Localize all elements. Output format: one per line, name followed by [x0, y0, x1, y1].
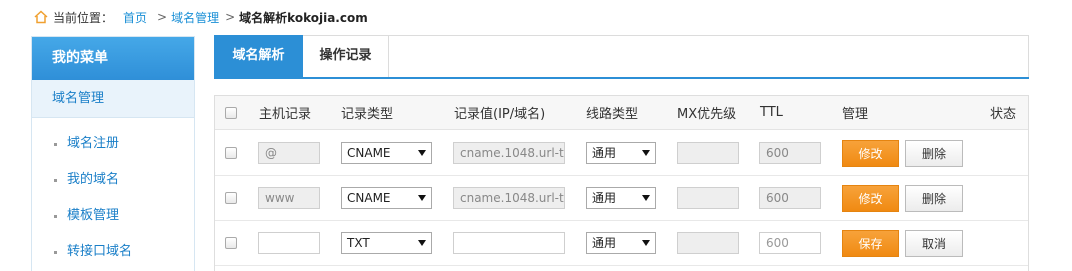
table-row: TXT 通用 600 保存 取消: [215, 221, 1028, 266]
breadcrumb-label: 当前位置：: [53, 10, 114, 25]
bullet-icon: [54, 250, 57, 254]
table-header: 主机记录 记录类型 记录值(IP/域名) 线路类型 MX优先级 TTL 管理 状…: [215, 96, 1028, 130]
bullet-icon: [54, 178, 57, 182]
line-type-value: 通用: [592, 146, 617, 160]
record-type-value: CNAME: [347, 146, 391, 160]
header-status: 状态: [990, 107, 1017, 122]
host-field[interactable]: [258, 232, 320, 254]
mx-priority-field[interactable]: [677, 187, 739, 209]
delete-button[interactable]: 删除: [905, 184, 963, 212]
breadcrumb-current: 域名解析kokojia.com: [239, 10, 368, 25]
header-ttl: TTL: [760, 105, 783, 120]
ttl-field[interactable]: 600: [759, 232, 821, 254]
row-checkbox[interactable]: [225, 192, 237, 204]
sidebar-item-templates[interactable]: 模板管理: [32, 198, 194, 234]
header-host: 主机记录: [259, 107, 312, 122]
record-type-select[interactable]: CNAME: [341, 187, 432, 209]
sidebar: 我的菜单 域名管理 域名注册 我的域名 模板管理 转接口域名: [31, 36, 195, 271]
sidebar-item-label: 转接口域名: [67, 244, 133, 259]
host-field[interactable]: www: [258, 187, 320, 209]
line-type-value: 通用: [592, 191, 617, 205]
table-row: @ CNAME cname.1048.url-te 通用 600 修改 删除: [215, 131, 1028, 176]
breadcrumb: 当前位置： 首页 > 域名管理 > 域名解析kokojia.com: [34, 8, 368, 26]
line-type-select[interactable]: 通用: [586, 187, 656, 209]
table-row: www CNAME cname.1048.url-te 通用 600 修改 删除: [215, 176, 1028, 221]
ttl-field[interactable]: 600: [759, 142, 821, 164]
bullet-icon: [54, 142, 57, 146]
header-mx: MX优先级: [677, 107, 737, 122]
line-type-select[interactable]: 通用: [586, 232, 656, 254]
ttl-field[interactable]: 600: [759, 187, 821, 209]
header-line: 线路类型: [586, 107, 639, 122]
dropdown-arrow-icon: [642, 150, 650, 156]
sidebar-item-my-domains[interactable]: 我的域名: [32, 162, 194, 198]
dropdown-arrow-icon: [642, 195, 650, 201]
mx-priority-field[interactable]: [677, 142, 739, 164]
record-value-field[interactable]: cname.1048.url-te: [453, 187, 565, 209]
record-type-select[interactable]: CNAME: [341, 142, 432, 164]
row-checkbox[interactable]: [225, 237, 237, 249]
dns-records-table: 主机记录 记录类型 记录值(IP/域名) 线路类型 MX优先级 TTL 管理 状…: [214, 95, 1029, 271]
breadcrumb-home-link[interactable]: 首页: [123, 9, 147, 26]
sidebar-item-label: 模板管理: [67, 208, 120, 223]
header-type: 记录类型: [341, 107, 394, 122]
tab-operation-log[interactable]: 操作记录: [303, 35, 389, 77]
host-field[interactable]: @: [258, 142, 320, 164]
line-type-value: 通用: [592, 236, 617, 250]
dropdown-arrow-icon: [418, 240, 426, 246]
sidebar-item-label: 域名注册: [67, 136, 120, 151]
breadcrumb-domain-link[interactable]: 域名管理: [171, 9, 219, 26]
home-icon: [34, 10, 48, 24]
dropdown-arrow-icon: [418, 150, 426, 156]
record-type-value: CNAME: [347, 191, 391, 205]
sidebar-category[interactable]: 域名管理: [32, 80, 194, 118]
sidebar-item-transfer[interactable]: 转接口域名: [32, 234, 194, 270]
sidebar-list: 域名注册 我的域名 模板管理 转接口域名: [32, 118, 194, 270]
sidebar-item-label: 我的域名: [67, 172, 120, 187]
sidebar-item-register[interactable]: 域名注册: [32, 126, 194, 162]
dropdown-arrow-icon: [642, 240, 650, 246]
breadcrumb-separator: >: [157, 10, 168, 24]
delete-button[interactable]: 删除: [905, 139, 963, 167]
select-all-checkbox[interactable]: [225, 106, 237, 119]
sidebar-title: 我的菜单: [32, 37, 194, 80]
bullet-icon: [54, 214, 57, 218]
tab-bar: 域名解析 操作记录: [214, 35, 1029, 79]
cancel-button[interactable]: 取消: [905, 229, 963, 257]
record-value-field[interactable]: [453, 232, 565, 254]
breadcrumb-separator: >: [225, 10, 236, 24]
header-value: 记录值(IP/域名): [454, 107, 546, 122]
edit-button[interactable]: 修改: [842, 139, 899, 167]
line-type-select[interactable]: 通用: [586, 142, 656, 164]
dropdown-arrow-icon: [418, 195, 426, 201]
tab-dns-resolve[interactable]: 域名解析: [214, 35, 303, 77]
save-button[interactable]: 保存: [842, 229, 899, 257]
record-value-field[interactable]: cname.1048.url-te: [453, 142, 565, 164]
header-manage: 管理: [842, 107, 869, 122]
edit-button[interactable]: 修改: [842, 184, 899, 212]
record-type-value: TXT: [347, 236, 370, 250]
mx-priority-field[interactable]: [677, 232, 739, 254]
row-checkbox[interactable]: [225, 147, 237, 159]
record-type-select[interactable]: TXT: [341, 232, 432, 254]
